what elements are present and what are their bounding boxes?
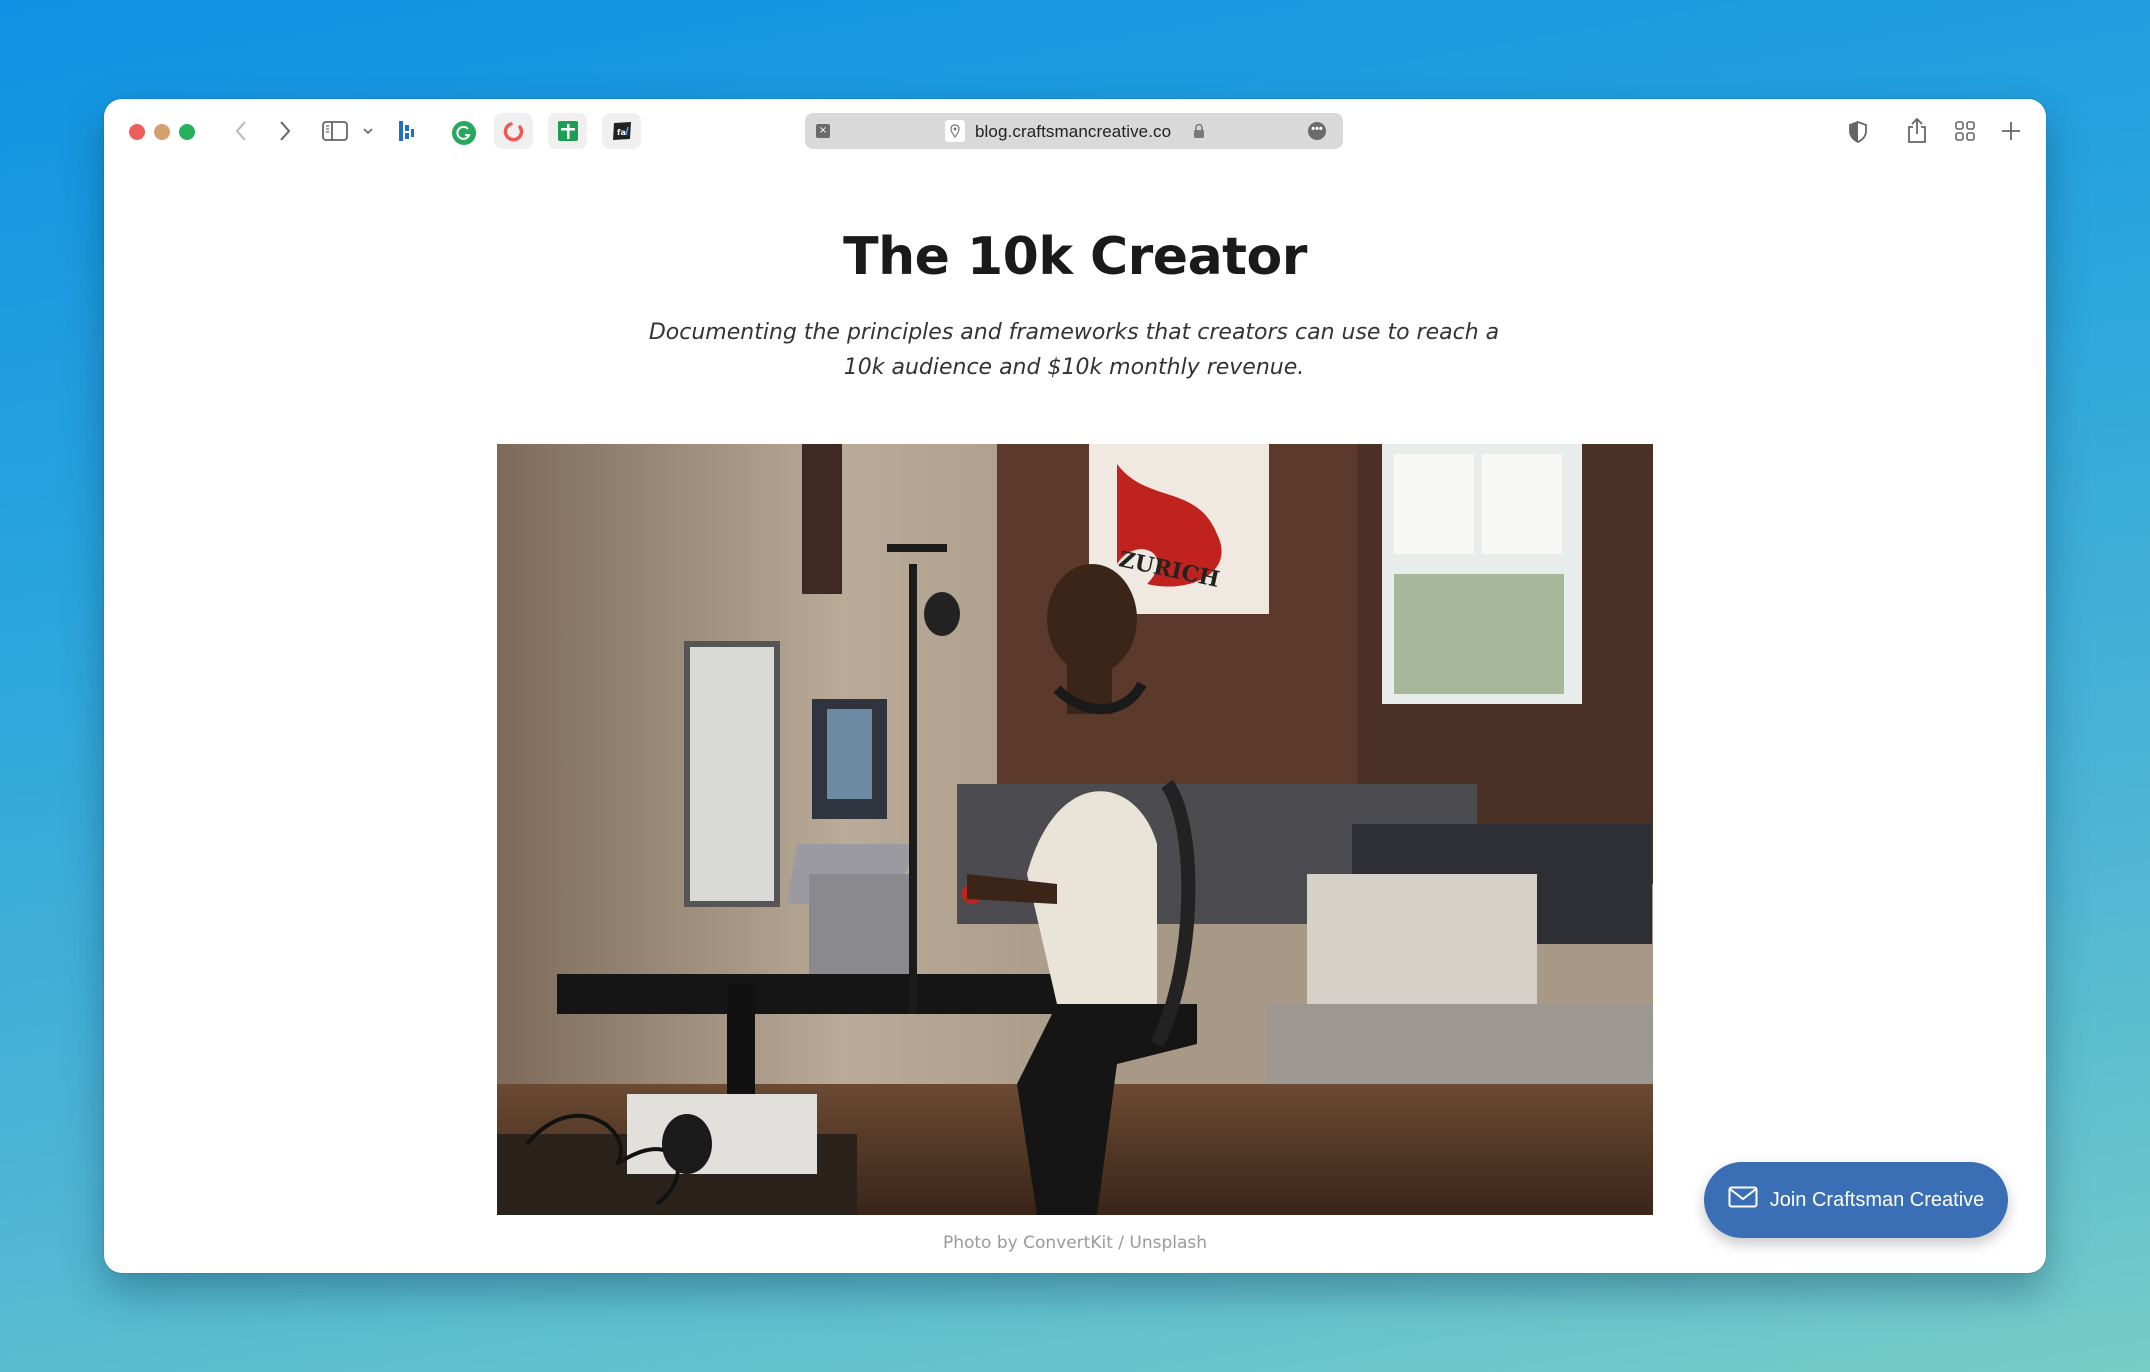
lock-icon (1193, 123, 1205, 144)
close-window-button[interactable] (129, 124, 145, 140)
privacy-shield-icon[interactable] (1848, 120, 1868, 144)
chevron-down-icon[interactable] (362, 126, 374, 136)
svg-text:fa: fa (617, 128, 626, 137)
join-newsletter-button[interactable]: Join Craftsman Creative (1704, 1162, 2008, 1238)
browser-window: fa × blog.craftsmancreative.co ••• The 1… (104, 99, 2046, 1273)
join-newsletter-label: Join Craftsman Creative (1769, 1188, 1985, 1211)
new-tab-icon[interactable] (2000, 120, 2022, 142)
forward-icon[interactable] (278, 119, 292, 143)
url-text[interactable]: blog.craftsmancreative.co (975, 122, 1171, 142)
back-icon[interactable] (234, 119, 248, 143)
page-title: The 10k Creator (843, 227, 1307, 287)
zoom-window-button[interactable] (179, 124, 195, 140)
tab-overview-icon[interactable] (1954, 120, 1976, 142)
browser-toolbar: fa × blog.craftsmancreative.co ••• (104, 99, 2046, 167)
page-menu-icon[interactable]: ••• (1308, 122, 1326, 140)
hero-image: ZURICH (497, 444, 1653, 1215)
clear-url-icon[interactable]: × (816, 124, 830, 138)
grammarly-extension-icon[interactable] (451, 120, 477, 146)
share-icon[interactable] (1906, 116, 1928, 144)
minimize-window-button[interactable] (154, 124, 170, 140)
page-subtitle: Documenting the principles and framework… (648, 320, 1500, 380)
hero-photo-illustration: ZURICH (497, 444, 1653, 1215)
dashlane-extension-icon[interactable] (397, 119, 417, 143)
address-bar[interactable]: × blog.craftsmancreative.co ••• (805, 113, 1343, 149)
fa-extension-icon[interactable]: fa (602, 113, 641, 149)
envelope-icon (1728, 1186, 1758, 1214)
sidebar-icon[interactable] (322, 121, 348, 141)
site-favicon-icon (945, 120, 965, 142)
google-sheets-extension-icon[interactable] (548, 113, 587, 149)
convertkit-extension-icon[interactable] (494, 113, 533, 149)
